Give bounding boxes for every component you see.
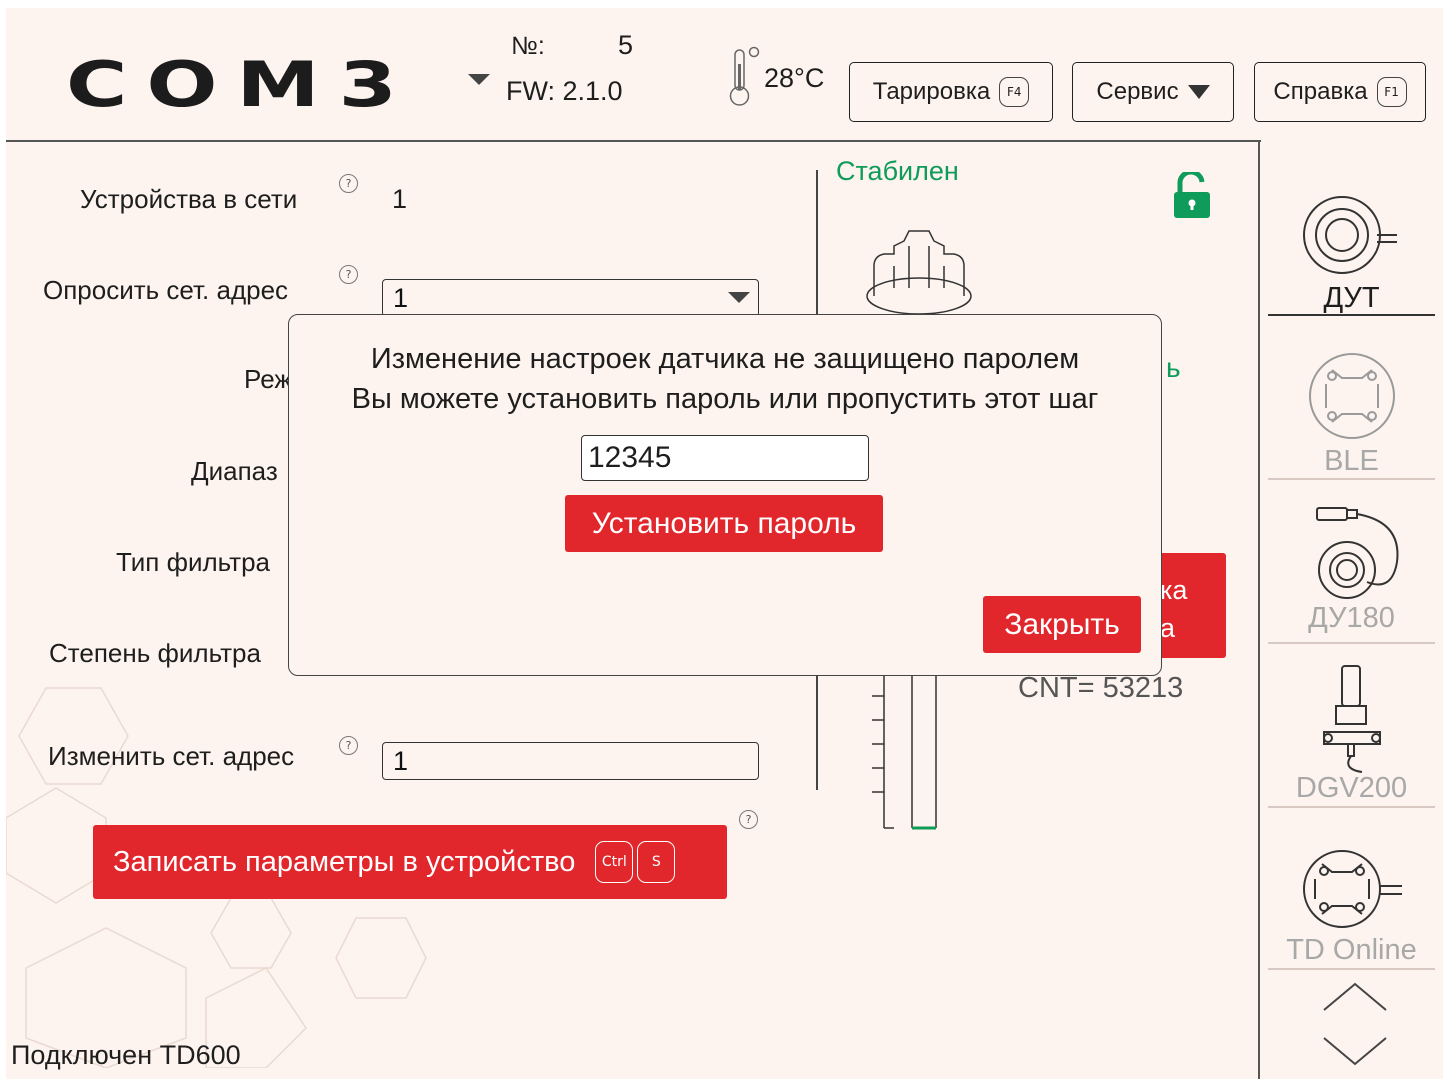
sidebar-separator (1268, 478, 1435, 480)
sidebar-active-underline (1268, 314, 1435, 316)
write-parameters-button[interactable]: Записать параметры в устройство Ctrl S (93, 825, 727, 899)
change-address-label: Изменить сет. адрес (48, 741, 295, 771)
poll-address-value: 1 (393, 283, 409, 313)
sidebar-item-label: TD Online (1286, 934, 1417, 966)
app-logo: COM3 (66, 48, 416, 121)
connection-status: Подключен TD600 (11, 1040, 241, 1070)
sidebar-item-dgv200[interactable]: DGV200 (1268, 664, 1435, 804)
td-online-sensor-icon (1302, 850, 1402, 928)
scroll-down-chevron-icon[interactable] (1320, 1034, 1390, 1068)
sidebar-item-label: DGV200 (1295, 772, 1408, 804)
sidebar-separator (1268, 806, 1435, 808)
tare-partial-label-2: а (1160, 613, 1176, 643)
device-number-label: №: (511, 32, 545, 60)
device-number-value: 5 (618, 30, 634, 60)
ctrl-key-icon: Ctrl (595, 841, 634, 883)
thermometer-icon (729, 46, 760, 106)
tare-partial-label-1: ка (1160, 575, 1188, 605)
poll-address-label: Опросить сет. адрес (43, 275, 289, 305)
chevron-down-icon (728, 292, 750, 303)
sidebar-item-du180[interactable]: ДУ180 (1268, 502, 1435, 642)
f4-key-icon: F4 (999, 77, 1030, 107)
help-question-icon[interactable]: ? (339, 265, 358, 284)
dialog-message-line-2: Вы можете установить пароль или пропусти… (351, 383, 1099, 415)
s-key-icon: S (637, 841, 676, 883)
close-dialog-button[interactable]: Закрыть (983, 596, 1141, 653)
f1-key-icon: F1 (1376, 77, 1407, 107)
sensor-cap-icon (866, 230, 972, 315)
cnt-counter: CNT= 53213 (1018, 672, 1184, 704)
unlocked-lock-icon[interactable] (1172, 172, 1212, 220)
help-question-icon[interactable]: ? (339, 736, 358, 755)
sidebar-item-label: BLE (1324, 445, 1379, 477)
dgv200-sensor-icon (1322, 665, 1381, 773)
status-partial-text: ь (1166, 352, 1181, 383)
sidebar-item-label: ДУТ (1323, 282, 1380, 314)
tare-button-label: Тарировка (872, 78, 991, 105)
poll-address-select[interactable]: 1 (382, 279, 759, 317)
stability-status: Стабилен (836, 156, 959, 186)
help-button[interactable]: Справка F1 (1254, 62, 1426, 122)
temperature-readout: 28°C (764, 63, 825, 93)
app-window: COM3 №: 5 FW: 2.1.0 28°C Тарировка F4 Се… (6, 8, 1443, 1079)
change-address-input[interactable]: 1 (382, 742, 759, 780)
fuel-sensor-icon (1302, 196, 1397, 274)
filter-type-label: Тип фильтра (116, 547, 270, 577)
sidebar-divider (1258, 140, 1260, 1079)
range-label: Диапаз (191, 456, 278, 486)
sidebar-item-td-online[interactable]: TD Online (1268, 844, 1435, 968)
ble-sensor-icon (1308, 353, 1395, 439)
password-dialog: Изменение настроек датчика не защищено п… (288, 314, 1162, 676)
sidebar-separator (1268, 968, 1435, 970)
sidebar-separator (1268, 642, 1435, 644)
sidebar-item-ble[interactable]: BLE (1268, 348, 1435, 477)
tare-button[interactable]: Тарировка F4 (849, 62, 1053, 122)
help-question-icon[interactable]: ? (739, 810, 758, 829)
change-address-value: 1 (393, 746, 409, 776)
help-button-label: Справка (1273, 78, 1368, 105)
dialog-message-line-1: Изменение настроек датчика не защищено п… (370, 343, 1080, 375)
password-input[interactable]: 12345 (581, 435, 869, 481)
dropdown-triangle-icon (1187, 85, 1210, 99)
du180-sensor-icon (1315, 507, 1398, 599)
mode-label: Реж (244, 364, 292, 394)
sidebar-item-dut[interactable]: ДУТ (1268, 190, 1435, 314)
help-question-icon[interactable]: ? (339, 174, 358, 193)
main-panel-top-border (6, 140, 1261, 142)
device-select-caret-icon[interactable] (468, 74, 490, 85)
devices-in-network-value: 1 (392, 184, 408, 214)
firmware-version: FW: 2.1.0 (506, 76, 623, 106)
service-button-label: Сервис (1096, 78, 1179, 105)
write-parameters-label: Записать параметры в устройство (113, 845, 576, 878)
sidebar-item-label: ДУ180 (1308, 602, 1395, 634)
filter-degree-label: Степень фильтра (49, 638, 261, 668)
scroll-up-chevron-icon[interactable] (1320, 980, 1390, 1014)
devices-in-network-label: Устройства в сети (80, 184, 298, 214)
service-menu-button[interactable]: Сервис (1072, 62, 1234, 122)
set-password-button[interactable]: Установить пароль (565, 495, 883, 552)
level-gauge (872, 676, 937, 830)
